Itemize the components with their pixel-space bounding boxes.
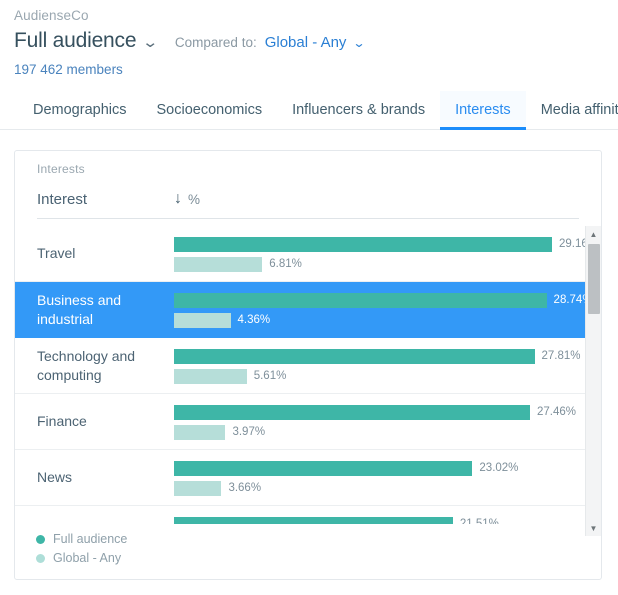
- column-header-percent: %: [188, 192, 200, 207]
- table-row[interactable]: Technology andcomputing 27.81% 5.61%: [15, 338, 586, 394]
- row-label: News: [37, 468, 174, 487]
- audience-title-row: Full audience ⌄ Compared to: Global - An…: [14, 29, 618, 53]
- row-label-line: computing: [37, 366, 166, 385]
- interests-card: Interests Interest ↓ % Travel 29.16% 6.81%…: [14, 150, 602, 580]
- row-bars: 27.81% 5.61%: [174, 338, 586, 394]
- card-title: Interests: [15, 151, 601, 176]
- bar-global-any: [174, 369, 247, 384]
- bar-value-full-audience: 27.46%: [537, 406, 576, 418]
- arrow-down-icon: ↓: [174, 191, 182, 207]
- page-title: Full audience: [14, 29, 136, 53]
- header-divider: [37, 218, 579, 219]
- column-header-interest: Interest: [37, 191, 174, 208]
- bar-global-any: [174, 481, 221, 496]
- row-label: Travel: [37, 244, 174, 263]
- legend-label-global-any: Global - Any: [53, 549, 121, 568]
- tab-influencers-brands[interactable]: Influencers & brands: [277, 91, 440, 129]
- bar-group-global-any: 6.81%: [174, 257, 302, 272]
- row-label-line: Finance: [37, 412, 166, 431]
- row-bars: 29.16% 6.81%: [174, 226, 586, 282]
- bar-group-global-any: 3.66%: [174, 481, 261, 496]
- bar-full-audience: [174, 461, 472, 476]
- row-label-line: Technology and: [37, 347, 166, 366]
- bar-full-audience: [174, 405, 530, 420]
- bar-group-full-audience: 27.46%: [174, 405, 576, 420]
- bar-global-any: [174, 257, 262, 272]
- tab-interests[interactable]: Interests: [440, 91, 526, 129]
- chevron-down-icon[interactable]: ⌄: [142, 35, 159, 50]
- bar-group-full-audience: 28.74%: [174, 293, 586, 308]
- page-header: AudienseCo Full audience ⌄ Compared to: …: [0, 0, 618, 77]
- bar-group-global-any: 3.97%: [174, 425, 265, 440]
- table-row[interactable]: Travel 29.16% 6.81%: [15, 226, 586, 282]
- bar-full-audience: [174, 349, 535, 364]
- chart-legend: Full audience Global - Any: [16, 524, 585, 578]
- bar-global-any: [174, 425, 225, 440]
- bar-value-full-audience: 29.16%: [559, 238, 586, 250]
- bar-value-full-audience: 27.81%: [542, 350, 581, 362]
- bar-value-global-any: 3.66%: [228, 482, 261, 494]
- row-label: Finance: [37, 412, 174, 431]
- row-label-line: Travel: [37, 244, 166, 263]
- table-row[interactable]: News 23.02% 3.66%: [15, 450, 586, 506]
- chevron-down-icon-comparison[interactable]: ⌄: [353, 37, 366, 49]
- row-label: Technology andcomputing: [37, 347, 174, 385]
- row-label-line: Business and: [37, 291, 166, 310]
- table-row[interactable]: Finance 27.46% 3.97%: [15, 394, 586, 450]
- bar-group-full-audience: 29.16%: [174, 237, 586, 252]
- legend-label-full-audience: Full audience: [53, 530, 127, 549]
- scroll-down-icon[interactable]: ▼: [586, 520, 601, 536]
- sort-by-percent-control[interactable]: ↓ %: [174, 191, 200, 207]
- compared-to-label: Compared to:: [175, 35, 257, 50]
- row-label-line: industrial: [37, 310, 166, 329]
- legend-dot-icon-full-audience: [36, 535, 45, 544]
- legend-dot-icon-global-any: [36, 554, 45, 563]
- brand-name: AudienseCo: [14, 8, 618, 23]
- bar-value-global-any: 6.81%: [269, 258, 302, 270]
- tab-socioeconomics[interactable]: Socioeconomics: [142, 91, 278, 129]
- bar-group-global-any: 5.61%: [174, 369, 286, 384]
- row-bars: 23.02% 3.66%: [174, 450, 586, 506]
- scroll-up-icon[interactable]: ▲: [586, 226, 601, 242]
- tab-demographics[interactable]: Demographics: [18, 91, 142, 129]
- tab-bar: Demographics Socioeconomics Influencers …: [0, 91, 618, 130]
- bar-group-full-audience: 23.02%: [174, 461, 518, 476]
- row-bars: 28.74% 4.36%: [174, 282, 586, 338]
- interests-rows-list: Travel29.16%6.81%Business andindustrial2…: [15, 226, 586, 536]
- bar-full-audience: [174, 237, 552, 252]
- row-label: Business andindustrial: [37, 291, 174, 329]
- row-bars: 27.46% 3.97%: [174, 394, 586, 450]
- bar-group-global-any: 4.36%: [174, 313, 270, 328]
- legend-item-global-any: Global - Any: [36, 549, 585, 568]
- table-row[interactable]: Business andindustrial 28.74% 4.36%: [15, 282, 586, 338]
- tab-media-affinity[interactable]: Media affinity: [526, 91, 618, 129]
- bar-value-global-any: 3.97%: [232, 426, 265, 438]
- bar-value-global-any: 5.61%: [254, 370, 287, 382]
- member-count[interactable]: 197 462 members: [14, 62, 618, 77]
- bar-group-full-audience: 27.81%: [174, 349, 581, 364]
- comparison-selector[interactable]: Global - Any: [265, 34, 347, 51]
- legend-item-full-audience: Full audience: [36, 530, 585, 549]
- column-header-row: Interest ↓ %: [15, 176, 601, 218]
- bar-full-audience: [174, 293, 547, 308]
- bar-value-full-audience: 28.74%: [554, 294, 586, 306]
- bar-value-global-any: 4.36%: [238, 314, 271, 326]
- bar-value-full-audience: 23.02%: [479, 462, 518, 474]
- scrollbar-thumb[interactable]: [588, 244, 600, 314]
- vertical-scrollbar[interactable]: ▲ ▼: [585, 226, 601, 536]
- row-label-line: News: [37, 468, 166, 487]
- bar-global-any: [174, 313, 231, 328]
